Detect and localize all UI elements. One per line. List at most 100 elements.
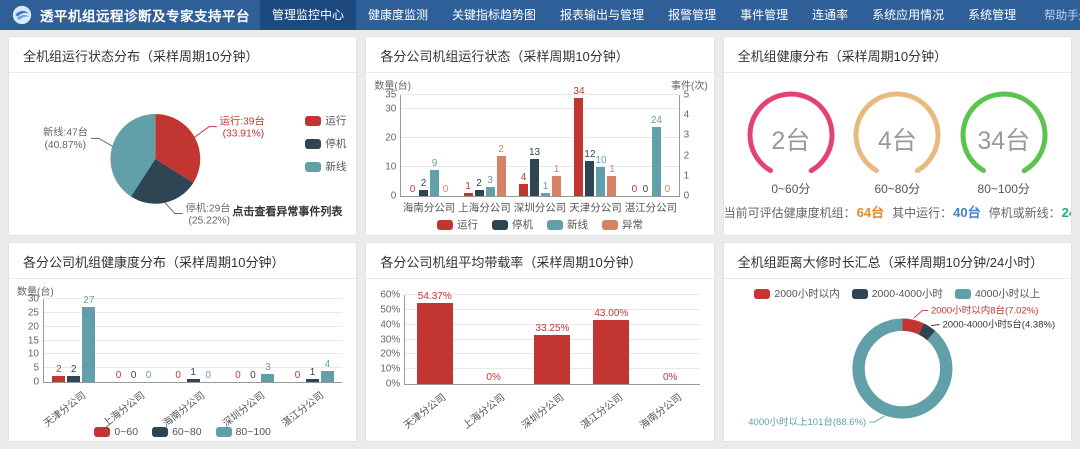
bar-异常-天津分公司[interactable]: 1 (607, 176, 616, 196)
bar-60~80-天津分公司[interactable]: 2 (67, 376, 80, 382)
legend-item-80~100[interactable]: 80~100 (216, 426, 271, 438)
menu-item-健康度监测[interactable]: 健康度监测 (356, 0, 440, 30)
legend-item-0~60[interactable]: 0~60 (94, 426, 138, 438)
x-label-cell: 天津分公司 (568, 196, 623, 216)
bar-value-label: 24 (651, 115, 662, 126)
menu-item-系统管理[interactable]: 系统管理 (956, 0, 1028, 30)
legend-label: 停机 (512, 217, 533, 232)
bar-value-label: 12 (584, 149, 595, 160)
donut-svg: 2000小时以内8台(7.02%)2000-4000小时5台(4.38%)400… (724, 279, 1071, 441)
legend-item-运行[interactable]: 运行 (437, 217, 478, 232)
legend-swatch (305, 162, 321, 172)
bar-value-label: 0 (643, 184, 649, 195)
bar-80~100-深圳分公司[interactable]: 3 (261, 374, 274, 382)
legend-label: 新线 (567, 217, 588, 232)
donut-slice-label: 2000小时以内8台(7.02%) (931, 304, 1038, 316)
bar-异常-深圳分公司[interactable]: 1 (552, 176, 561, 196)
bar-停机-天津分公司[interactable]: 12 (585, 161, 594, 196)
legend-swatch (94, 427, 110, 437)
menu-item-报表输出与管理[interactable]: 报表输出与管理 (548, 0, 656, 30)
menu-item-连通率[interactable]: 连通率 (800, 0, 860, 30)
secondary-tick-label: 5 (684, 90, 690, 101)
bar-value-label: 4 (325, 359, 331, 370)
bar-groups: 2227000010003014 (44, 299, 342, 382)
gauge-0~60分: 2台0~60分 (743, 91, 839, 197)
platform-logo-icon (12, 5, 32, 25)
donut-label-line (931, 325, 940, 326)
bar-平均带载率-深圳分公司[interactable]: 33.25% (534, 335, 570, 384)
summary-label: 停机或新线： (989, 206, 1061, 220)
bar-运行-天津分公司[interactable]: 34 (574, 98, 583, 196)
chart-legend: 0~60 60~80 80~100 (9, 426, 356, 438)
bar-新线-天津分公司[interactable]: 10 (596, 167, 605, 196)
legend-item-停机[interactable]: 停机 (305, 136, 346, 151)
bar-新线-上海分公司[interactable]: 3 (486, 187, 495, 196)
pie-label-line (165, 203, 183, 214)
gauge-value: 2台 (743, 121, 839, 157)
category-group-湛江分公司: 00240 (623, 95, 678, 196)
bar-异常-上海分公司[interactable]: 2 (497, 156, 506, 196)
legend-item-新线[interactable]: 新线 (305, 159, 346, 174)
bar-60~80-湛江分公司[interactable]: 1 (306, 379, 319, 382)
pie-slice-pct-label: (25.22%) (189, 215, 231, 226)
top-navbar: 透平机组远程诊断及专家支持平台 管理监控中心健康度监测关键指标趋势图报表输出与管… (0, 0, 1080, 30)
bar-80~100-天津分公司[interactable]: 27 (82, 307, 95, 382)
legend-swatch (152, 427, 168, 437)
legend-swatch (547, 220, 563, 230)
legend-item-异常[interactable]: 异常 (602, 217, 643, 232)
menu-item-管理监控中心[interactable]: 管理监控中心 (260, 0, 356, 30)
donut-slice-4000小时以上[interactable] (858, 325, 946, 413)
secondary-tick-label: 0 (684, 191, 690, 202)
category-group-深圳分公司: 413 11 (512, 95, 567, 196)
x-label-湛江分公司: 湛江分公司 (577, 389, 626, 432)
legend-item-新线[interactable]: 新线 (547, 217, 588, 232)
bar-groups: 54.37%0%33.25%43.00%0% (405, 295, 699, 384)
legend-item-停机[interactable]: 停机 (492, 217, 533, 232)
gauge-value: 4台 (849, 121, 945, 157)
help-manual-link[interactable]: 帮助手册 ∨ (1044, 7, 1080, 23)
bar-value-label: 1 (543, 181, 549, 192)
panel-title: 各分公司机组运行状态（采样周期10分钟） (366, 37, 713, 73)
bar-平均带载率-天津分公司[interactable]: 54.37% (417, 303, 453, 384)
bar-value-label: 0 (250, 370, 256, 381)
pie-label-line (91, 138, 112, 146)
navbar-right: 帮助手册 ∨ 退出 (1028, 5, 1080, 25)
bar-0~60-天津分公司[interactable]: 2 (52, 376, 65, 382)
panel-run-status-pie: 全机组运行状态分布（采样周期10分钟） 运行:39台(33.91%)停机:29台… (8, 36, 357, 236)
secondary-tick-label: 1 (684, 170, 690, 181)
pie-slice-pct-label: (40.87%) (45, 140, 87, 151)
legend-item-运行[interactable]: 运行 (305, 113, 346, 128)
gauge-row: 2台0~60分4台60~80分34台80~100分 (724, 91, 1071, 197)
bar-停机-深圳分公司[interactable]: 13 (530, 159, 539, 197)
bar-平均带载率-湛江分公司[interactable]: 43.00% (593, 320, 629, 384)
dashboard-grid: 全机组运行状态分布（采样周期10分钟） 运行:39台(33.91%)停机:29台… (0, 30, 1080, 448)
health-gauges-area: 2台0~60分4台60~80分34台80~100分 当前可评估健康度机组：64台… (724, 73, 1071, 235)
legend-swatch (305, 139, 321, 149)
brand: 透平机组远程诊断及专家支持平台 (0, 5, 260, 25)
panel-overhaul-donut: 全机组距离大修时长汇总（采样周期10分钟/24小时） 2000小时以内2000-… (723, 242, 1072, 442)
panel-branch-run-status: 各分公司机组运行状态（采样周期10分钟） 数量(台)事件(次)010203035… (365, 36, 714, 236)
menu-item-关键指标趋势图[interactable]: 关键指标趋势图 (440, 0, 548, 30)
bar-80~100-湛江分公司[interactable]: 4 (321, 371, 334, 382)
category-group-深圳分公司: 003 (223, 299, 283, 382)
gauge-80~100分: 34台80~100分 (956, 91, 1052, 197)
bar-60~80-海南分公司[interactable]: 1 (187, 379, 200, 382)
y-tick-label: 10 (385, 162, 396, 173)
bar-value-label: 0 (146, 370, 152, 381)
bar-新线-海南分公司[interactable]: 9 (430, 170, 439, 196)
gauge-60~80分: 4台60~80分 (849, 91, 945, 197)
menu-item-事件管理[interactable]: 事件管理 (728, 0, 800, 30)
legend-item-60~80[interactable]: 60~80 (152, 426, 202, 438)
y-tick-label: 20 (385, 133, 396, 144)
y-tick-label: 20 (28, 321, 39, 332)
bar-value-label: 10 (595, 155, 606, 166)
bar-运行-深圳分公司[interactable]: 4 (519, 184, 528, 196)
legend-swatch (602, 220, 618, 230)
panel-title: 全机组运行状态分布（采样周期10分钟） (9, 37, 356, 73)
abnormal-events-link[interactable]: 点击查看异常事件列表 (232, 203, 342, 219)
bar-value-label: 0% (486, 372, 500, 383)
bar-新线-湛江分公司[interactable]: 24 (652, 127, 661, 196)
menu-item-报警管理[interactable]: 报警管理 (656, 0, 728, 30)
menu-item-系统应用情况[interactable]: 系统应用情况 (860, 0, 956, 30)
x-label-湛江分公司: 湛江分公司 (625, 196, 678, 215)
